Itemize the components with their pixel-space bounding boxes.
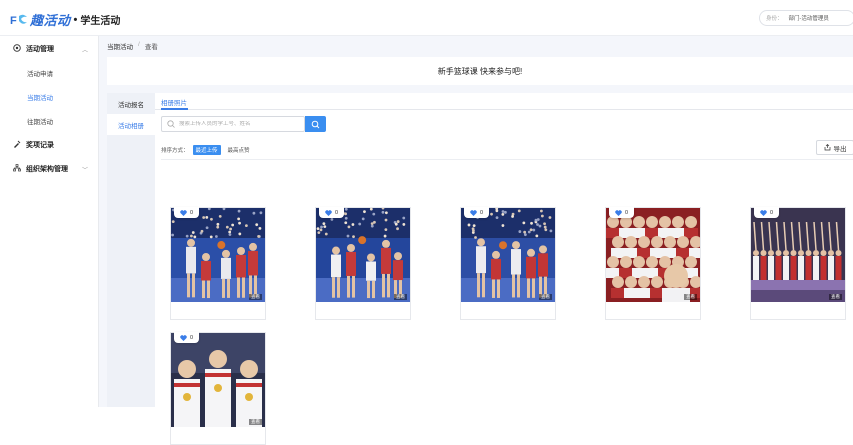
album-panel: 相册照片 排序方式： 最近上传 最高点赞 导出 0查看0查看0查看0查看0查看0… (155, 93, 853, 445)
svg-text:F: F (10, 15, 17, 26)
chevron-up-icon: ︿ (81, 48, 88, 54)
activity-title-banner: 新手篮球课 快来参与吧! (107, 57, 853, 85)
logo-mark-icon: F (10, 13, 28, 27)
album-tabs: 相册照片 (155, 93, 853, 110)
sidebar-group-org-management[interactable]: 组织架构管理 ﹀ (0, 157, 98, 181)
search-icon (311, 120, 320, 128)
heart-icon (470, 209, 477, 216)
heart-icon (180, 209, 187, 216)
photo-card[interactable]: 0 查看 (170, 207, 266, 320)
divider (161, 159, 853, 160)
view-photo-button[interactable]: 查看 (394, 294, 407, 300)
like-count: 0 (625, 209, 629, 216)
album-photo[interactable] (316, 208, 410, 302)
identity-selector[interactable]: 身份： 部门-活动管理员 (759, 10, 853, 26)
sidebar-item-activity-apply[interactable]: 活动申请 (0, 61, 98, 85)
export-icon (824, 144, 830, 151)
export-label: 导出 (833, 145, 847, 153)
heart-icon (325, 209, 332, 216)
photo-card[interactable]: 0 查看 (460, 207, 556, 320)
search-button[interactable] (305, 116, 326, 132)
brand-dot: • (73, 13, 78, 26)
tab-activity-registration[interactable]: 活动报名 (107, 93, 155, 114)
breadcrumb: 当期活动 / 查看 (107, 41, 158, 51)
like-count: 0 (480, 209, 484, 216)
album-photo[interactable] (171, 333, 265, 427)
sidebar-group-award-records[interactable]: 奖项记录 (0, 133, 98, 157)
search-input[interactable] (179, 121, 299, 127)
active-tab-indicator (161, 108, 188, 110)
sidebar-group-activity-management[interactable]: 活动管理 ︿ (0, 37, 98, 61)
like-button[interactable]: 0 (754, 207, 780, 218)
breadcrumb-current: 查看 (144, 44, 158, 51)
sort-latest-upload[interactable]: 最近上传 (192, 145, 221, 155)
search-icon (167, 120, 175, 128)
like-count: 0 (770, 209, 774, 216)
album-photo[interactable] (606, 208, 700, 302)
album-photo[interactable] (461, 208, 555, 302)
identity-label: 身份： (766, 16, 783, 22)
view-photo-button[interactable]: 查看 (684, 294, 697, 300)
like-button[interactable]: 0 (464, 207, 490, 218)
org-icon (12, 164, 22, 174)
main-content: 当期活动 / 查看 新手篮球课 快来参与吧! 活动报名 活动相册 相册照片 排序… (99, 36, 853, 445)
view-photo-button[interactable]: 查看 (249, 419, 262, 425)
like-count: 0 (190, 209, 194, 216)
album-photo[interactable] (171, 208, 265, 302)
like-button[interactable]: 0 (174, 332, 200, 343)
heart-icon (615, 209, 622, 216)
view-photo-button[interactable]: 查看 (249, 294, 262, 300)
photo-card[interactable]: 0 查看 (605, 207, 701, 320)
sort-options: 排序方式： 最近上传 最高点赞 (161, 145, 253, 155)
chevron-down-icon: ﹀ (81, 168, 88, 174)
view-photo-button[interactable]: 查看 (829, 294, 842, 300)
sidebar-group-label: 组织架构管理 (26, 166, 68, 173)
breadcrumb-parent[interactable]: 当期活动 (107, 41, 133, 51)
heart-icon (180, 334, 187, 341)
export-button[interactable]: 导出 (816, 140, 853, 155)
brand-name: 趣活动 (30, 13, 71, 28)
identity-value: 部门-活动管理员 (788, 16, 829, 22)
like-button[interactable]: 0 (319, 207, 345, 218)
photo-card[interactable]: 0 查看 (170, 332, 266, 445)
like-button[interactable]: 0 (609, 207, 635, 218)
activity-icon (12, 44, 22, 54)
sidebar-item-current-activity[interactable]: 当期活动 (0, 85, 98, 109)
activity-side-tabs: 活动报名 活动相册 (107, 93, 155, 407)
like-count: 0 (190, 334, 194, 341)
heart-icon (760, 209, 767, 216)
like-count: 0 (335, 209, 339, 216)
photo-card[interactable]: 0 查看 (750, 207, 846, 320)
breadcrumb-separator: / (138, 41, 140, 48)
view-photo-button[interactable]: 查看 (539, 294, 552, 300)
like-button[interactable]: 0 (174, 207, 200, 218)
tab-album-photos[interactable]: 相册照片 (161, 97, 187, 107)
tab-activity-album[interactable]: 活动相册 (107, 114, 155, 135)
photo-card[interactable]: 0 查看 (315, 207, 411, 320)
sidebar-item-past-activity[interactable]: 往期活动 (0, 109, 98, 133)
sort-label: 排序方式： (161, 148, 189, 154)
brand-subtitle: 学生活动 (80, 16, 121, 27)
album-photo[interactable] (751, 208, 845, 302)
sidebar-group-label: 活动管理 (26, 46, 54, 53)
top-bar: F 趣活动 • 学生活动 身份： 部门-活动管理员 (0, 0, 853, 36)
sort-most-liked[interactable]: 最高点赞 (225, 145, 253, 155)
app-logo[interactable]: F 趣活动 • 学生活动 (10, 10, 120, 29)
activity-title: 新手篮球课 快来参与吧! (437, 66, 523, 76)
sidebar: 活动管理 ︿ 活动申请 当期活动 往期活动 奖项记录 组织架构管理 ﹀ (0, 36, 99, 407)
sidebar-group-label: 奖项记录 (26, 142, 54, 149)
award-icon (12, 140, 22, 150)
search-box (161, 116, 305, 132)
